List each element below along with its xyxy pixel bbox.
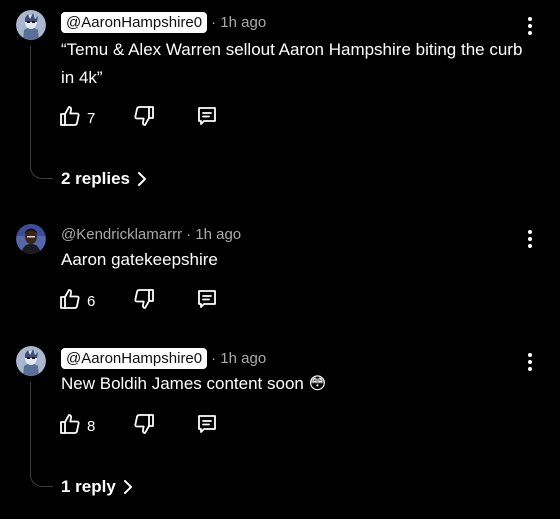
cartoon-avatar-image <box>16 346 46 376</box>
comment-actions: 8 <box>58 413 219 439</box>
comment-meta: @Kendricklamarrr · 1h ago <box>61 223 241 245</box>
thumbs-up-icon <box>58 287 82 316</box>
comment-timestamp[interactable]: · 1h ago <box>211 350 266 367</box>
more-vertical-icon-dot <box>528 360 532 364</box>
more-vertical-icon-dot <box>528 237 532 241</box>
thumbs-up-icon <box>58 104 82 133</box>
replies-label: 2 replies <box>61 169 130 188</box>
reply-comment-icon <box>195 412 219 441</box>
avatar[interactable] <box>16 346 46 376</box>
comment-text: New Boldih James content soon 😳 <box>61 374 327 393</box>
reply-button[interactable] <box>195 287 219 316</box>
more-vertical-icon <box>528 230 532 234</box>
thumbs-down-icon <box>132 287 156 316</box>
comment-actions: 7 <box>58 105 219 131</box>
comment-text: Aaron gatekeepshire <box>61 250 218 269</box>
like-button[interactable]: 8 <box>58 412 95 441</box>
comment-meta: @AaronHampshire0 · 1h ago <box>61 347 266 369</box>
comment-timestamp[interactable]: · 1h ago <box>211 14 266 31</box>
view-replies-button[interactable]: 1 reply <box>61 475 134 499</box>
photo-avatar-image <box>16 224 46 254</box>
comment-actions: 6 <box>58 288 219 314</box>
view-replies-button[interactable]: 2 replies <box>61 167 148 191</box>
comment-timestamp[interactable]: · 1h ago <box>186 226 241 243</box>
author-handle[interactable]: @AaronHampshire0 <box>61 347 208 369</box>
reply-comment-icon <box>195 104 219 133</box>
comment-text: “Temu & Alex Warren sellout Aaron Hampsh… <box>61 40 523 87</box>
dislike-button[interactable] <box>132 412 156 441</box>
like-button[interactable]: 6 <box>58 287 95 316</box>
cartoon-avatar-image <box>16 10 46 40</box>
more-vertical-icon <box>528 17 532 21</box>
thumbs-down-icon <box>132 412 156 441</box>
reply-thread-line <box>30 382 53 487</box>
author-handle[interactable]: @Kendricklamarrr <box>61 226 182 243</box>
reply-button[interactable] <box>195 412 219 441</box>
reply-comment-icon <box>195 287 219 316</box>
avatar[interactable] <box>16 10 46 40</box>
more-vertical-icon-dot <box>528 31 532 35</box>
chevron-right-icon <box>136 171 148 187</box>
comment-meta: @AaronHampshire0 · 1h ago <box>61 11 266 33</box>
thumbs-up-icon <box>58 412 82 441</box>
like-count: 8 <box>87 417 96 435</box>
chevron-right-icon <box>122 479 134 495</box>
replies-label: 1 reply <box>61 477 116 496</box>
like-count: 7 <box>87 109 96 127</box>
reply-thread-line <box>30 46 53 179</box>
thumbs-down-icon <box>132 104 156 133</box>
reply-button[interactable] <box>195 104 219 133</box>
author-handle[interactable]: @AaronHampshire0 <box>61 11 208 33</box>
avatar[interactable] <box>16 224 46 254</box>
dislike-button[interactable] <box>132 104 156 133</box>
like-count: 6 <box>87 292 96 310</box>
dislike-button[interactable] <box>132 287 156 316</box>
more-options-button[interactable] <box>520 14 540 38</box>
more-vertical-icon-dot <box>528 24 532 28</box>
like-button[interactable]: 7 <box>58 104 95 133</box>
more-vertical-icon <box>528 353 532 357</box>
